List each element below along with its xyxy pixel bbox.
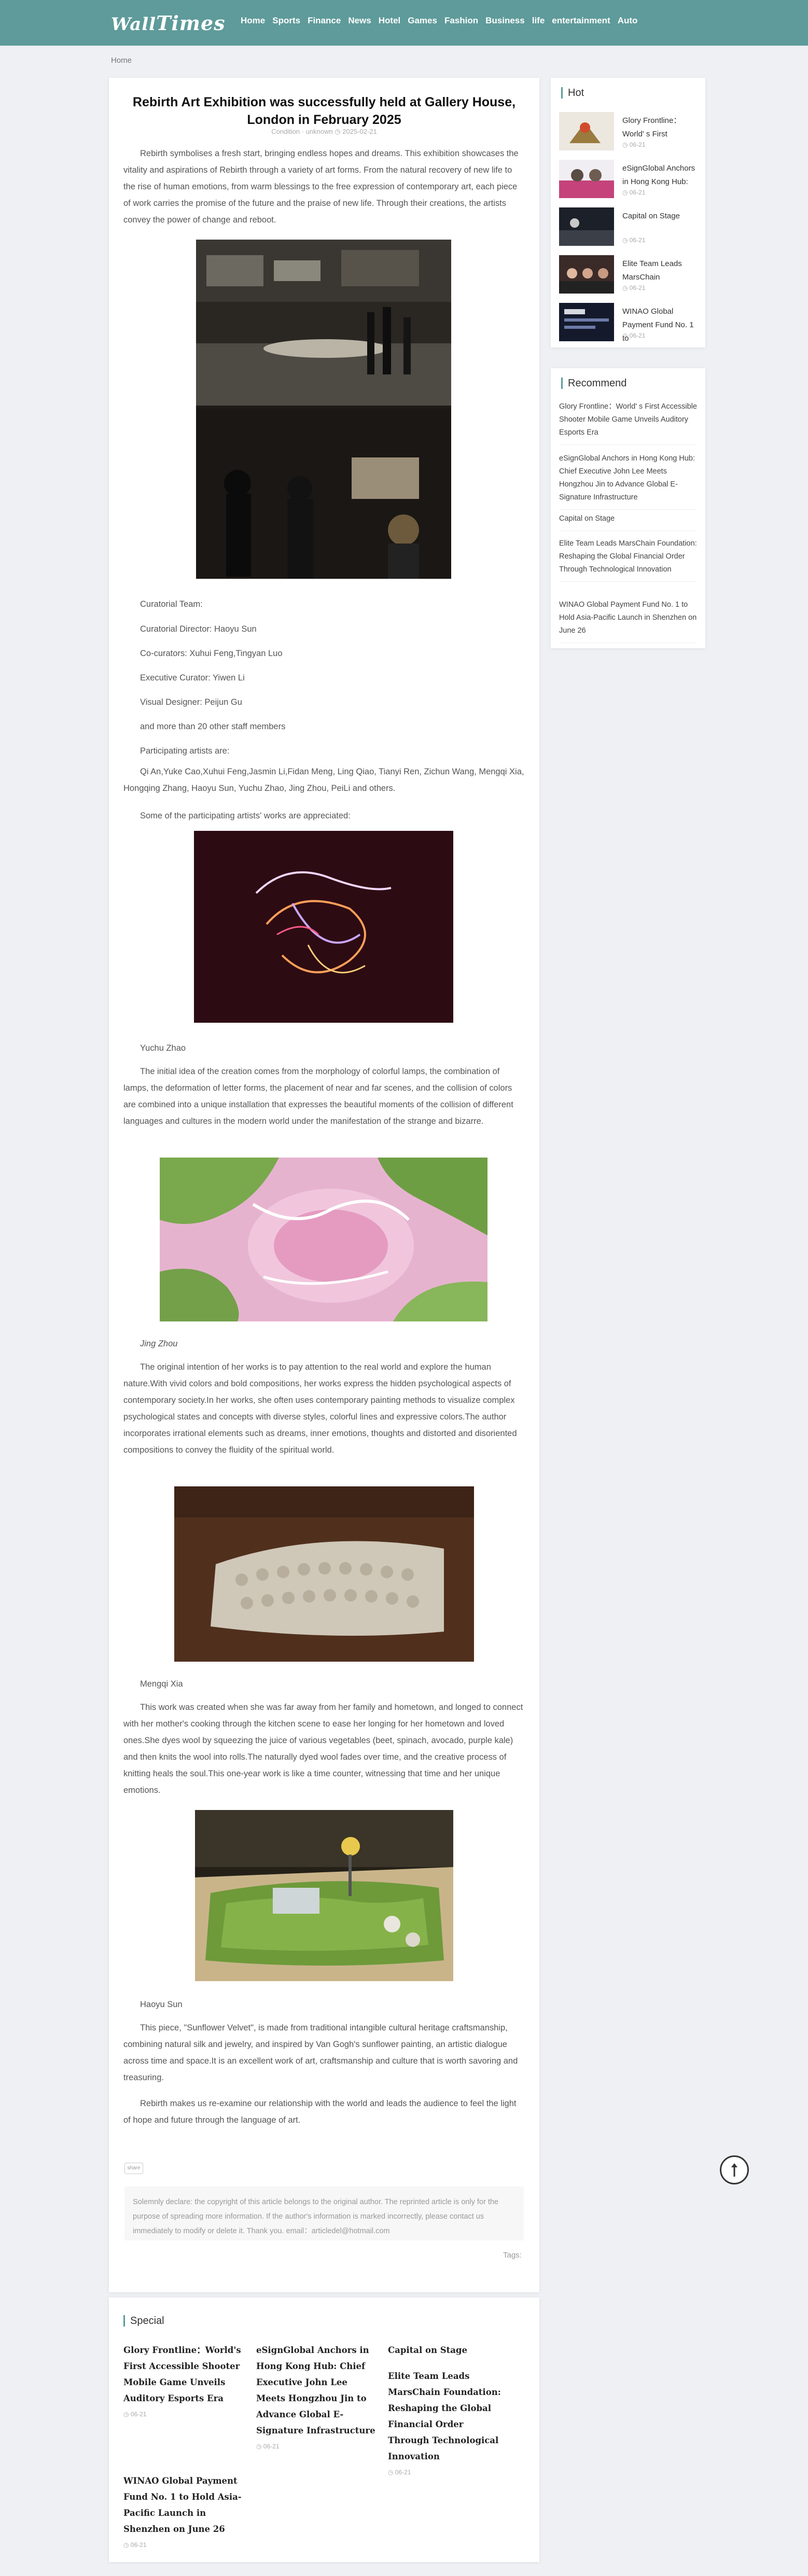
special-title[interactable]: Capital on Stage	[388, 2342, 507, 2358]
hot-title[interactable]: Glory Frontline：World' s First	[622, 114, 700, 141]
curatorial-team-heading: Curatorial Team:	[140, 600, 203, 609]
nav-business[interactable]: Business	[485, 16, 525, 26]
hot-title[interactable]: WINAO Global Payment Fund No. 1 to	[622, 305, 700, 345]
works-intro: Some of the participating artists' works…	[140, 811, 351, 820]
artist1-description: The initial idea of the creation comes f…	[123, 1067, 513, 1126]
artists-list: Qi An,Yuke Cao,Xuhui Feng,Jasmin Li,Fida…	[123, 767, 524, 793]
recommend-panel: Recommend Glory Frontline：World' s First…	[551, 368, 705, 648]
recommend-item[interactable]: Glory Frontline：World' s First Accessibl…	[559, 400, 697, 445]
co-curators: Co-curators: Xuhui Feng,Tingyan Luo	[140, 649, 283, 658]
hot-thumb[interactable]	[559, 160, 614, 198]
hot-thumb[interactable]	[559, 255, 614, 294]
special-item[interactable]: Glory Frontline：World's First Accessible…	[123, 2342, 243, 2418]
special-item[interactable]: eSignGlobal Anchors in Hong Kong Hub: Ch…	[256, 2342, 375, 2450]
main-nav: Home Sports Finance News Hotel Games Fas…	[241, 16, 645, 26]
hot-date: ◷ 06-21	[622, 141, 646, 148]
gallery-photo	[196, 240, 451, 579]
nav-hotel[interactable]: Hotel	[379, 16, 401, 26]
knitted-wool-artwork-photo	[174, 1486, 474, 1662]
recommend-heading: Recommend	[561, 378, 626, 389]
recommend-item[interactable]: WINAO Global Payment Fund No. 1 to Hold …	[559, 598, 697, 643]
diorama-artwork-photo	[195, 1810, 453, 1981]
nav-auto[interactable]: Auto	[618, 16, 638, 26]
artist2-description: The original intention of her works is t…	[123, 1362, 517, 1455]
special-title[interactable]: eSignGlobal Anchors in Hong Kong Hub: Ch…	[256, 2342, 375, 2439]
hot-item[interactable]: Glory Frontline：World' s First ◷ 06-21	[559, 112, 699, 154]
hot-item[interactable]: Capital on Stage ◷ 06-21	[559, 207, 699, 249]
special-heading: Special	[123, 2315, 164, 2327]
special-date: ◷ 06-21	[388, 2469, 411, 2476]
special-date: ◷ 06-21	[123, 2541, 147, 2549]
artist-name-haoyu-sun: Haoyu Sun	[140, 2000, 183, 2009]
special-item[interactable]: WINAO Global Payment Fund No. 1 to Hold …	[123, 2473, 243, 2549]
hot-date: ◷ 06-21	[622, 284, 646, 291]
special-date: ◷ 06-21	[123, 2411, 147, 2418]
artist-name-jing-zhou: Jing Zhou	[140, 1339, 178, 1348]
breadcrumb[interactable]: Home	[111, 56, 132, 65]
nav-fashion[interactable]: Fashion	[444, 16, 478, 26]
hot-item[interactable]: WINAO Global Payment Fund No. 1 to ◷ 06-…	[559, 303, 699, 344]
recommend-item[interactable]: eSignGlobal Anchors in Hong Kong Hub: Ch…	[559, 452, 697, 510]
article-title: Rebirth Art Exhibition was successfully …	[132, 95, 516, 127]
hot-title[interactable]: eSignGlobal Anchors in Hong Kong Hub:	[622, 162, 700, 189]
hot-title[interactable]: Elite Team Leads MarsChain	[622, 257, 700, 284]
nav-sports[interactable]: Sports	[272, 16, 300, 26]
hot-item[interactable]: Elite Team Leads MarsChain ◷ 06-21	[559, 255, 699, 297]
staff-note: and more than 20 other staff members	[140, 722, 286, 731]
hot-thumb[interactable]	[559, 207, 614, 246]
hot-date: ◷ 06-21	[622, 236, 646, 244]
back-to-top-button[interactable]	[720, 2155, 749, 2184]
article-meta: Condition · unknown ◷ 2025-02-21	[271, 128, 377, 135]
special-item[interactable]: Capital on Stage	[388, 2342, 507, 2358]
special-date: ◷ 06-21	[256, 2443, 280, 2450]
hot-date: ◷ 06-21	[622, 332, 646, 339]
article-intro: Rebirth symbolises a fresh start, bringi…	[123, 149, 519, 225]
special-item[interactable]: Elite Team Leads MarsChain Foundation: R…	[388, 2368, 507, 2476]
arrow-up-icon	[731, 2163, 737, 2177]
nav-entertainment[interactable]: entertainment	[552, 16, 610, 26]
recommend-item[interactable]: Capital on Stage	[559, 512, 697, 531]
hot-item[interactable]: eSignGlobal Anchors in Hong Kong Hub: ◷ …	[559, 160, 699, 201]
painting-artwork-photo	[160, 1158, 487, 1321]
article-closing: Rebirth makes us re-examine our relation…	[123, 2099, 517, 2125]
neon-artwork-photo	[194, 831, 453, 1023]
nav-news[interactable]: News	[348, 16, 371, 26]
nav-games[interactable]: Games	[408, 16, 437, 26]
site-logo[interactable]: WallTimes	[111, 11, 226, 35]
share-button[interactable]: share	[124, 2163, 143, 2174]
tags-label: Tags:	[503, 2251, 522, 2260]
nav-finance[interactable]: Finance	[308, 16, 341, 26]
hot-thumb[interactable]	[559, 112, 614, 150]
hot-title[interactable]: Capital on Stage	[622, 210, 700, 223]
special-section: Special Glory Frontline：World's First Ac…	[109, 2297, 539, 2562]
artists-heading: Participating artists are:	[140, 746, 230, 756]
special-title[interactable]: Glory Frontline：World's First Accessible…	[123, 2342, 243, 2406]
special-title[interactable]: WINAO Global Payment Fund No. 1 to Hold …	[123, 2473, 243, 2537]
hot-panel: Hot Glory Frontline：World' s First ◷ 06-…	[551, 78, 705, 347]
special-title[interactable]: Elite Team Leads MarsChain Foundation: R…	[388, 2368, 507, 2464]
artist-name-mengqi-xia: Mengqi Xia	[140, 1679, 183, 1689]
curatorial-director: Curatorial Director: Haoyu Sun	[140, 624, 257, 634]
hot-heading: Hot	[561, 87, 584, 99]
artist4-description: This piece, "Sunflower Velvet", is made …	[123, 2023, 518, 2082]
nav-life[interactable]: life	[532, 16, 545, 26]
copyright-notice: Solemnly declare: the copyright of this …	[124, 2187, 524, 2240]
visual-designer: Visual Designer: Peijun Gu	[140, 698, 242, 707]
article-card: Rebirth Art Exhibition was successfully …	[109, 78, 539, 2292]
executive-curator: Executive Curator: Yiwen Li	[140, 673, 245, 683]
nav-home[interactable]: Home	[241, 16, 265, 26]
artist3-description: This work was created when she was far a…	[123, 1703, 523, 1795]
hot-thumb[interactable]	[559, 303, 614, 341]
artist-name-yuchu-zhao: Yuchu Zhao	[140, 1043, 186, 1053]
recommend-item[interactable]: Elite Team Leads MarsChain Foundation: R…	[559, 537, 697, 582]
top-navbar: WallTimes Home Sports Finance News Hotel…	[0, 0, 808, 46]
hot-date: ◷ 06-21	[622, 189, 646, 196]
